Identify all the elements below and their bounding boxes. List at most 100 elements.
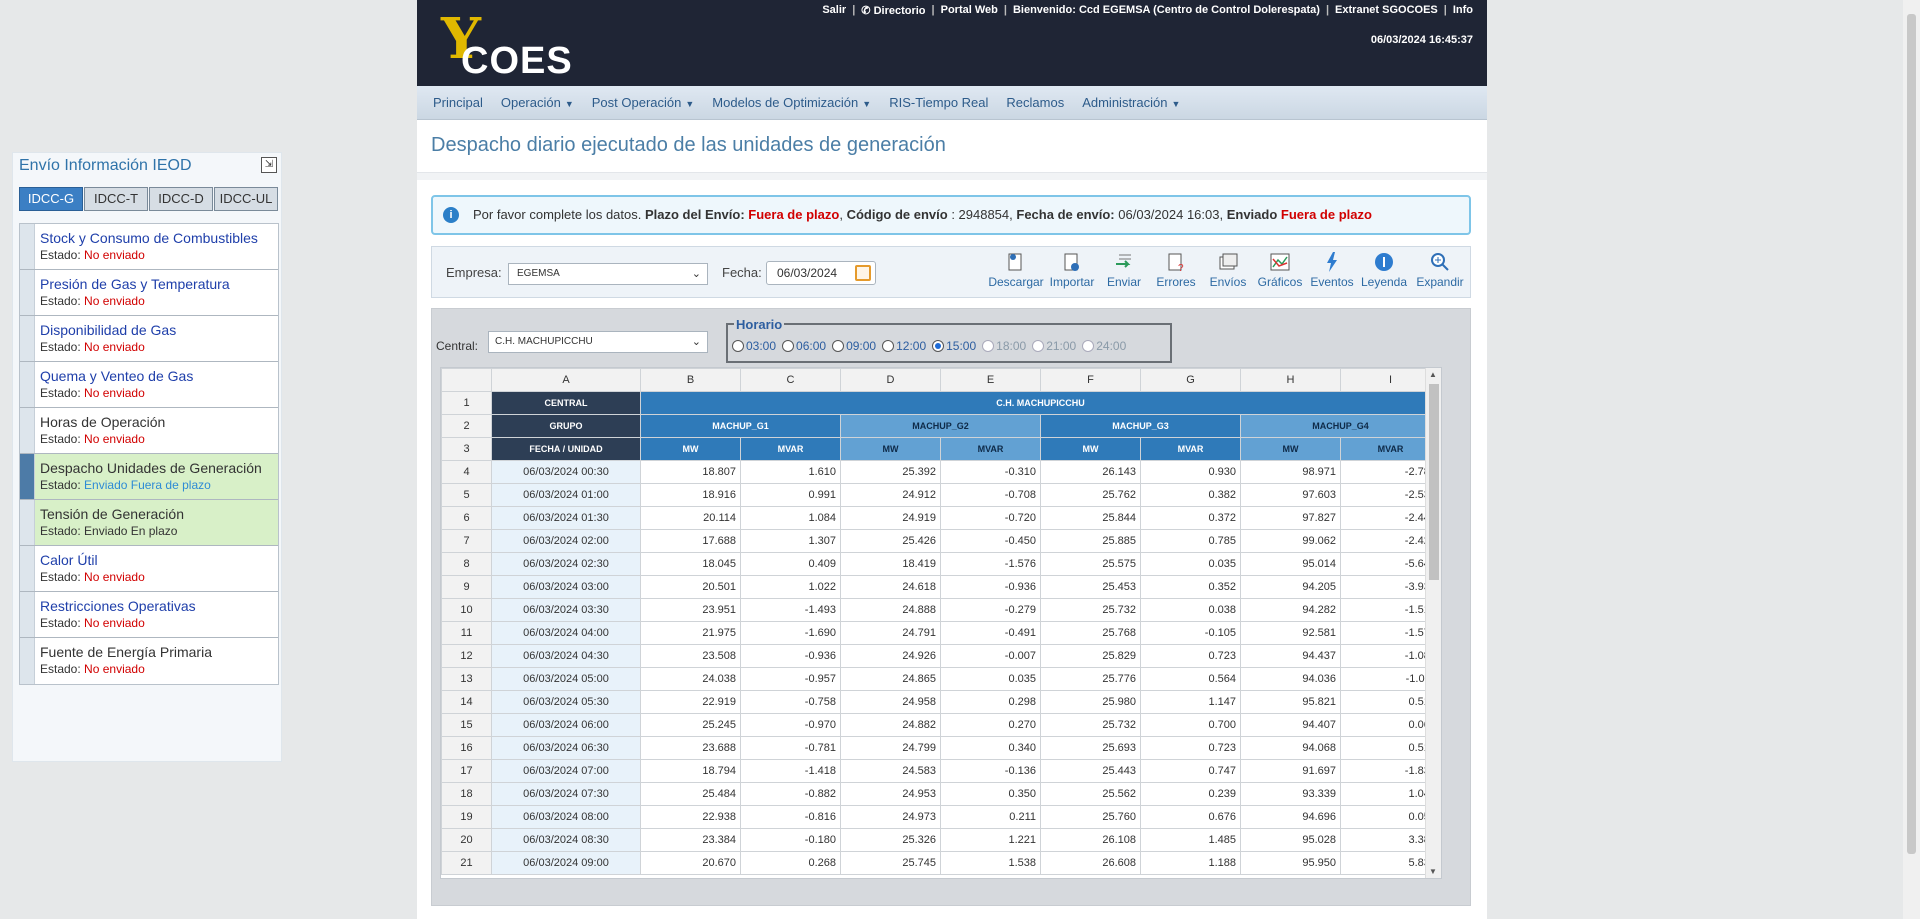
value-cell[interactable]: 20.501: [640, 575, 741, 599]
value-cell[interactable]: 18.807: [640, 460, 741, 484]
value-cell[interactable]: -0.136: [940, 759, 1041, 783]
value-cell[interactable]: 20.670: [640, 851, 741, 875]
value-cell[interactable]: 25.326: [840, 828, 941, 852]
value-cell[interactable]: 25.980: [1040, 690, 1141, 714]
directory-link[interactable]: ✆ Directorio: [861, 4, 925, 17]
value-cell[interactable]: 0.340: [940, 736, 1041, 760]
value-cell[interactable]: 99.062: [1240, 529, 1341, 553]
date-cell[interactable]: 06/03/2024 06:30: [491, 736, 641, 760]
value-cell[interactable]: 20.114: [640, 506, 741, 530]
value-cell[interactable]: 24.865: [840, 667, 941, 691]
value-cell[interactable]: 23.951: [640, 598, 741, 622]
graficos-button[interactable]: Gráficos: [1254, 251, 1306, 289]
tab-idcc-ul[interactable]: IDCC-UL: [214, 187, 278, 211]
value-cell[interactable]: -1.418: [740, 759, 841, 783]
value-cell[interactable]: 25.484: [640, 782, 741, 806]
extranet-link[interactable]: Extranet SGOCOES: [1335, 4, 1438, 17]
value-cell[interactable]: 24.791: [840, 621, 941, 645]
ieod-item[interactable]: Fuente de Energía Primaria Estado: No env…: [20, 638, 278, 684]
menu-reclamos[interactable]: Reclamos: [1006, 95, 1064, 110]
horario-option-selected[interactable]: 15:00: [932, 339, 976, 353]
importar-button[interactable]: Importar: [1046, 251, 1098, 289]
value-cell[interactable]: 98.971: [1240, 460, 1341, 484]
value-cell[interactable]: 1.485: [1140, 828, 1241, 852]
value-cell[interactable]: -1.493: [740, 598, 841, 622]
value-cell[interactable]: 26.608: [1040, 851, 1141, 875]
value-cell[interactable]: 95.014: [1240, 552, 1341, 576]
column-header[interactable]: C: [740, 368, 841, 392]
value-cell[interactable]: -0.105: [1140, 621, 1241, 645]
ieod-item[interactable]: Calor Útil Estado: No enviado: [20, 546, 278, 592]
date-cell[interactable]: 06/03/2024 07:00: [491, 759, 641, 783]
value-cell[interactable]: -0.310: [940, 460, 1041, 484]
date-cell[interactable]: 06/03/2024 08:00: [491, 805, 641, 829]
page-scrollbar[interactable]: [1903, 0, 1920, 919]
value-cell[interactable]: -0.180: [740, 828, 841, 852]
value-cell[interactable]: 0.298: [940, 690, 1041, 714]
value-cell[interactable]: 25.762: [1040, 483, 1141, 507]
empresa-select[interactable]: EGEMSA ⌄: [508, 263, 708, 285]
value-cell[interactable]: 0.676: [1140, 805, 1241, 829]
envios-button[interactable]: Envíos: [1202, 251, 1254, 289]
column-header[interactable]: G: [1140, 368, 1241, 392]
value-cell[interactable]: 1.022: [740, 575, 841, 599]
value-cell[interactable]: -0.816: [740, 805, 841, 829]
fecha-input[interactable]: 06/03/2024: [766, 261, 876, 285]
value-cell[interactable]: 23.508: [640, 644, 741, 668]
value-cell[interactable]: 92.581: [1240, 621, 1341, 645]
date-cell[interactable]: 06/03/2024 08:30: [491, 828, 641, 852]
date-cell[interactable]: 06/03/2024 07:30: [491, 782, 641, 806]
value-cell[interactable]: 0.268: [740, 851, 841, 875]
date-cell[interactable]: 06/03/2024 06:00: [491, 713, 641, 737]
scroll-thumb[interactable]: [1429, 384, 1439, 580]
spreadsheet[interactable]: A B C D E F G H I 1 CENTRAL C.H. MACHUPI…: [440, 367, 1442, 879]
value-cell[interactable]: 25.693: [1040, 736, 1141, 760]
value-cell[interactable]: 97.827: [1240, 506, 1341, 530]
date-cell[interactable]: 06/03/2024 09:00: [491, 851, 641, 875]
value-cell[interactable]: 97.603: [1240, 483, 1341, 507]
menu-operacion[interactable]: Operación ▼: [501, 95, 574, 110]
tab-idcc-g[interactable]: IDCC-G: [19, 187, 83, 211]
enviar-button[interactable]: Enviar: [1098, 251, 1150, 289]
info-link[interactable]: Info: [1453, 4, 1473, 17]
value-cell[interactable]: 24.926: [840, 644, 941, 668]
value-cell[interactable]: 25.776: [1040, 667, 1141, 691]
value-cell[interactable]: 25.392: [840, 460, 941, 484]
value-cell[interactable]: 0.350: [940, 782, 1041, 806]
value-cell[interactable]: -0.450: [940, 529, 1041, 553]
value-cell[interactable]: 25.562: [1040, 782, 1141, 806]
column-header[interactable]: F: [1040, 368, 1141, 392]
value-cell[interactable]: -0.758: [740, 690, 841, 714]
value-cell[interactable]: 94.437: [1240, 644, 1341, 668]
horario-option[interactable]: 03:00: [732, 339, 776, 353]
value-cell[interactable]: 95.028: [1240, 828, 1341, 852]
value-cell[interactable]: 25.453: [1040, 575, 1141, 599]
value-cell[interactable]: 95.950: [1240, 851, 1341, 875]
value-cell[interactable]: 0.211: [940, 805, 1041, 829]
value-cell[interactable]: 0.564: [1140, 667, 1241, 691]
value-cell[interactable]: 1.084: [740, 506, 841, 530]
tab-idcc-d[interactable]: IDCC-D: [149, 187, 213, 211]
value-cell[interactable]: -1.576: [940, 552, 1041, 576]
value-cell[interactable]: 1.610: [740, 460, 841, 484]
date-cell[interactable]: 06/03/2024 01:00: [491, 483, 641, 507]
page-scroll-thumb[interactable]: [1907, 14, 1916, 854]
value-cell[interactable]: 25.885: [1040, 529, 1141, 553]
value-cell[interactable]: 24.919: [840, 506, 941, 530]
ieod-item-selected[interactable]: Despacho Unidades de Generación Estado: E…: [20, 454, 278, 500]
value-cell[interactable]: 25.732: [1040, 713, 1141, 737]
ieod-item[interactable]: Disponibilidad de Gas Estado: No enviado: [20, 316, 278, 362]
descargar-button[interactable]: Descargar: [986, 251, 1046, 289]
value-cell[interactable]: -0.781: [740, 736, 841, 760]
value-cell[interactable]: 93.339: [1240, 782, 1341, 806]
portal-web-link[interactable]: Portal Web: [941, 4, 998, 17]
value-cell[interactable]: 0.785: [1140, 529, 1241, 553]
leyenda-button[interactable]: Leyenda: [1358, 251, 1410, 289]
date-cell[interactable]: 06/03/2024 03:30: [491, 598, 641, 622]
value-cell[interactable]: 0.239: [1140, 782, 1241, 806]
value-cell[interactable]: -0.957: [740, 667, 841, 691]
expandir-button[interactable]: Expandir: [1410, 251, 1470, 289]
ieod-item[interactable]: Quema y Venteo de Gas Estado: No enviado: [20, 362, 278, 408]
value-cell[interactable]: 1.147: [1140, 690, 1241, 714]
date-cell[interactable]: 06/03/2024 05:00: [491, 667, 641, 691]
